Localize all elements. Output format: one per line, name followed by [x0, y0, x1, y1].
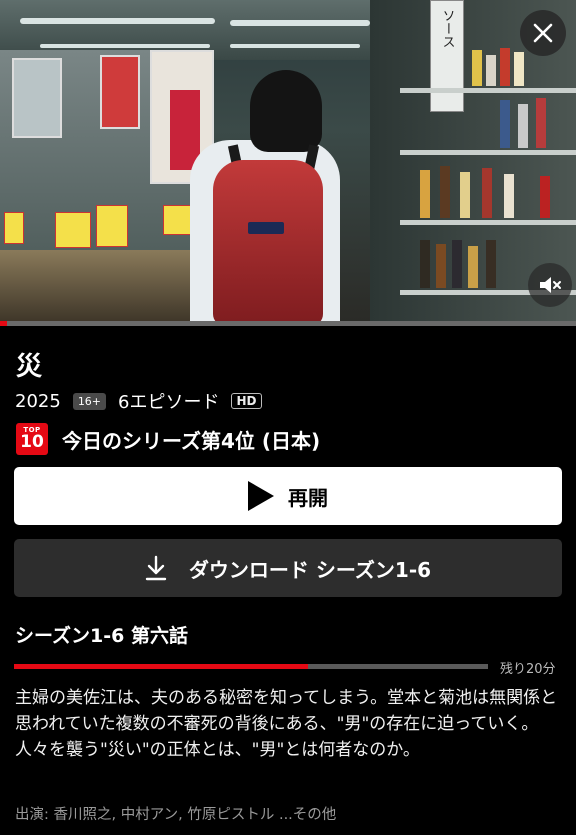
video-progress-bar[interactable]: [0, 321, 576, 326]
scene-product: [460, 172, 470, 218]
scene-product: [420, 240, 430, 288]
scene-poster: [100, 55, 140, 129]
show-title: 災: [16, 352, 43, 382]
download-label: ダウンロード シーズン1-6: [188, 557, 432, 582]
scene-product: [452, 240, 462, 288]
close-icon: [532, 22, 554, 44]
scene-product: [500, 100, 510, 148]
scene-product: [486, 240, 496, 288]
scene-product: [436, 244, 446, 288]
scene-product: [440, 166, 450, 218]
scene-sign: ソース: [430, 0, 464, 112]
video-progress-fill: [0, 321, 7, 326]
scene-person-head: [250, 70, 322, 152]
maturity-rating-badge: 16+: [72, 392, 107, 410]
scene-light: [20, 18, 215, 24]
scene-price-tag: [96, 205, 128, 247]
scene-light: [230, 20, 370, 26]
top10-badge-icon: TOP 10: [16, 423, 48, 455]
scene-product: [482, 168, 492, 218]
scene-shelf-board: [400, 220, 576, 225]
scene-product: [518, 104, 528, 148]
scene-product: [500, 48, 510, 86]
ranking-text: 今日のシリーズ第4位 (日本): [62, 428, 321, 453]
show-meta: 2025 16+ 6エピソード HD: [15, 388, 262, 414]
scene-shelf-board: [400, 150, 576, 155]
scene-shelf-board: [400, 88, 576, 93]
scene-product: [486, 55, 496, 86]
scene-backpack-logo: [248, 222, 284, 234]
scene-light: [40, 44, 210, 48]
synopsis: 主婦の美佐江は、夫のある秘密を知ってしまう。堂本と菊池は無関係と思われていた複数…: [15, 688, 558, 760]
scene-product: [472, 50, 482, 86]
scene-light: [230, 44, 360, 48]
scene-product: [540, 176, 550, 218]
top10-badge-number: 10: [20, 432, 44, 452]
scene-poster: [12, 58, 62, 138]
ranking-row: TOP 10 今日のシリーズ第4位 (日本): [16, 423, 320, 455]
play-icon: [248, 481, 274, 511]
scene-product: [468, 246, 478, 288]
scene-product: [514, 52, 524, 86]
scene-backpack: [213, 160, 323, 326]
episode-progress-bar: [14, 664, 488, 669]
hd-badge: HD: [231, 393, 262, 409]
scene-product: [536, 98, 546, 148]
resume-button[interactable]: 再開: [14, 467, 562, 525]
download-icon: [145, 555, 167, 581]
resume-label: 再開: [288, 485, 328, 510]
download-button[interactable]: ダウンロード シーズン1-6: [14, 539, 562, 597]
episode-label: シーズン1-6 第六話: [15, 625, 188, 647]
video-player[interactable]: ソース: [0, 0, 576, 326]
scene-price-tag: [4, 212, 24, 244]
scene-price-tag: [55, 212, 91, 248]
cast-list[interactable]: 出演: 香川照之, 中村アン, 竹原ピストル ...その他: [15, 803, 563, 824]
mute-button[interactable]: [528, 263, 572, 307]
scene-product: [420, 170, 430, 218]
episode-count: 6エピソード: [118, 392, 220, 413]
release-year: 2025: [15, 390, 61, 412]
episode-progress-fill: [14, 664, 308, 669]
scene-product: [504, 174, 514, 218]
remaining-time: 残り20分: [500, 662, 556, 677]
scene-sign-text: ソース: [439, 9, 455, 48]
close-button[interactable]: [520, 10, 566, 56]
volume-mute-icon: [537, 274, 563, 296]
